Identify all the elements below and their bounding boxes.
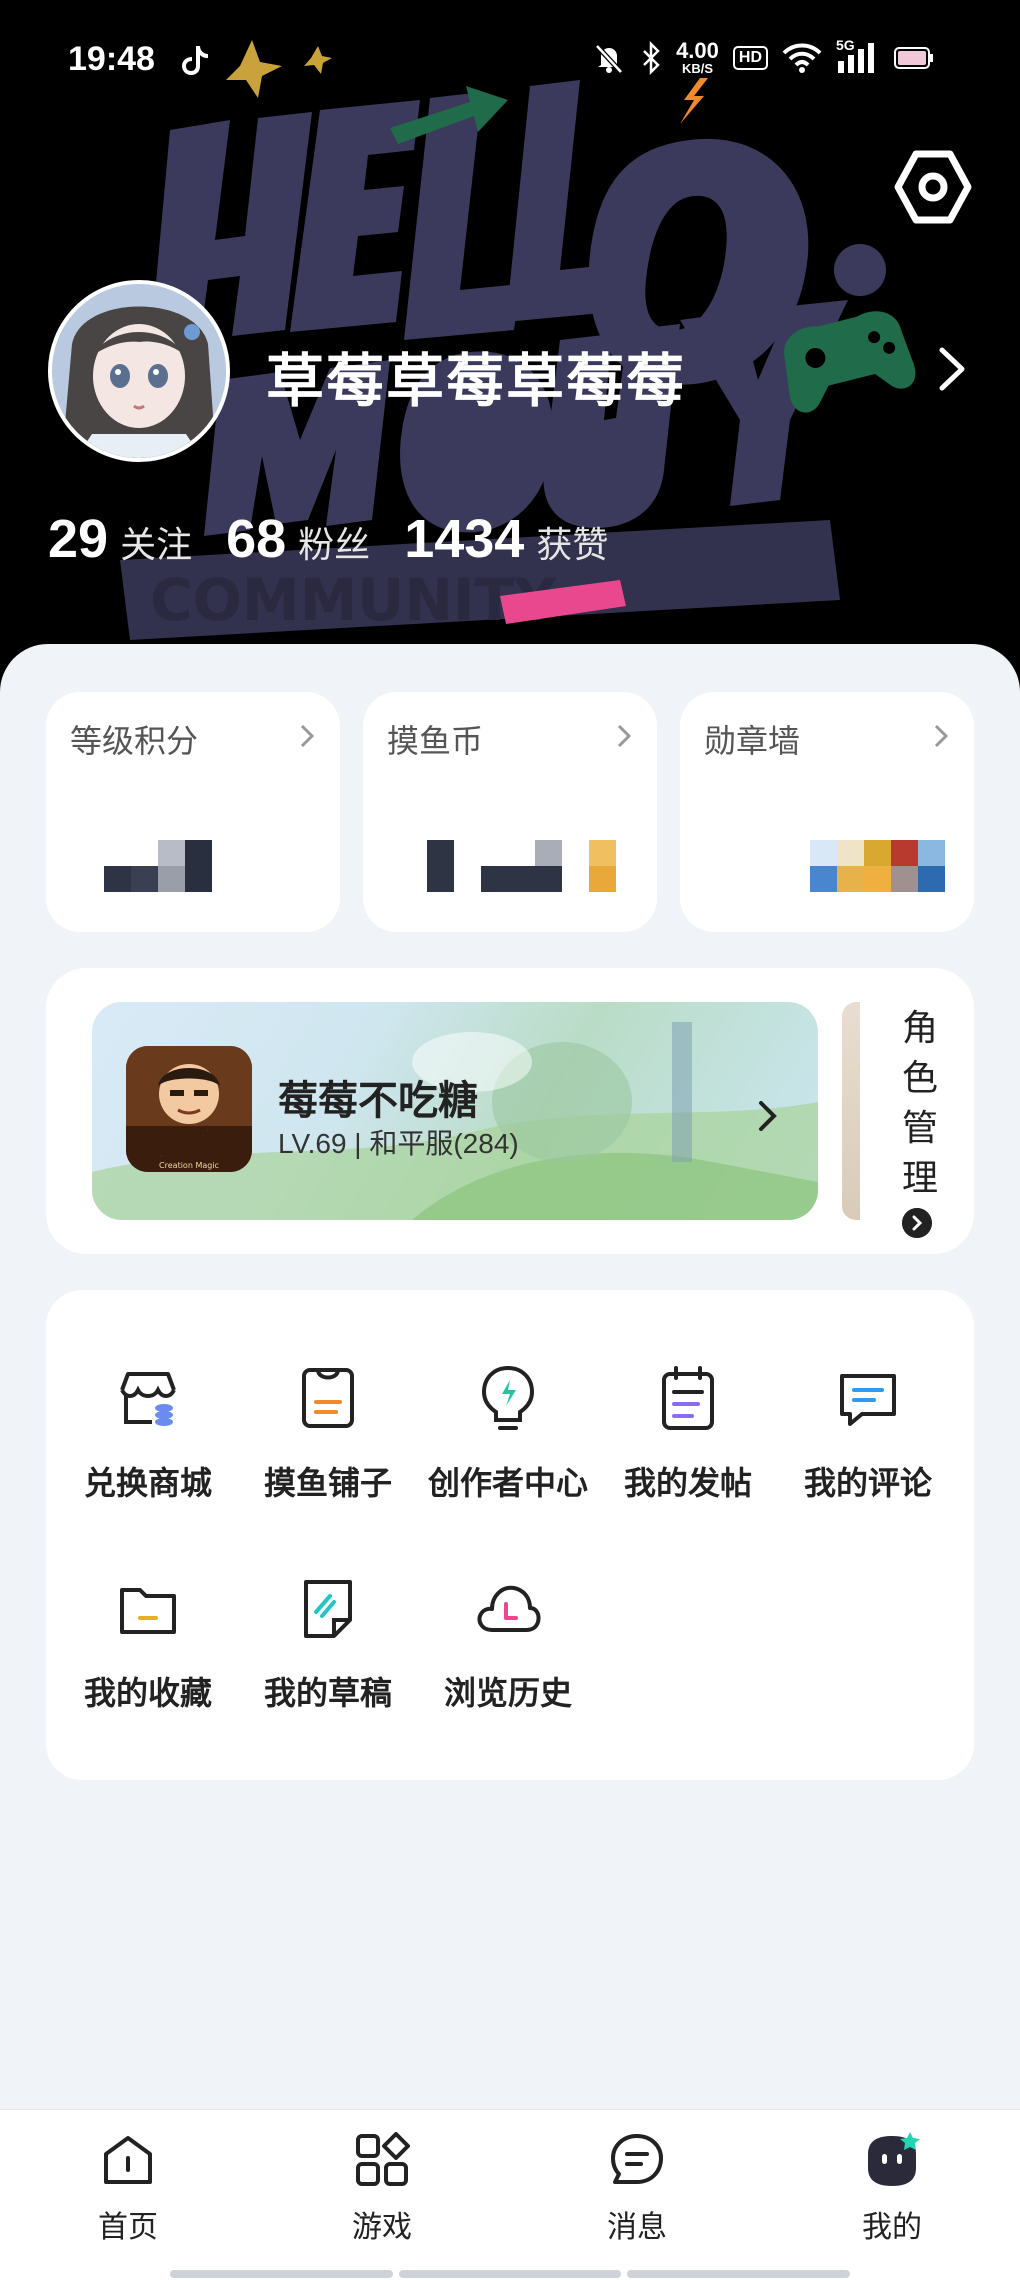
- menu-my-drafts[interactable]: 我的草稿: [238, 1572, 418, 1722]
- history-cloud-icon: [477, 1585, 541, 1632]
- comment-icon: [840, 1374, 896, 1426]
- menu-moyu-shop[interactable]: 摸鱼铺子: [238, 1362, 418, 1512]
- menu-my-favorites[interactable]: 我的收藏: [58, 1572, 238, 1722]
- nav-messages[interactable]: 消息: [567, 2132, 707, 2252]
- shop-exchange-icon: [120, 1372, 176, 1426]
- game-icon-text: 创魔: [154, 1125, 223, 1165]
- message-icon: [611, 2134, 663, 2184]
- menu-label: 我的收藏: [83, 1674, 212, 1712]
- network-speed-value: 4.00: [676, 38, 719, 63]
- stat-following[interactable]: 29 关注: [48, 508, 192, 570]
- bluetooth-icon: [643, 40, 660, 75]
- stat-followers[interactable]: 68 粉丝: [226, 508, 370, 570]
- pixelated-value: [104, 840, 212, 892]
- menu-my-posts[interactable]: 我的发帖: [598, 1362, 778, 1512]
- chevron-right-icon: [617, 724, 632, 748]
- avatar[interactable]: [48, 280, 230, 462]
- role-name: 莓莓不吃糖: [278, 1078, 478, 1124]
- profile-stats: 29 关注 68 粉丝 1434 获赞: [48, 508, 642, 570]
- menu-label: 摸鱼铺子: [263, 1464, 392, 1502]
- home-icon: [104, 2136, 152, 2184]
- menu-label: 我的评论: [803, 1464, 932, 1502]
- network-speed-unit: KB/S: [681, 61, 713, 76]
- profile-header: COMMUNITY 19:48 4.00 KB/S HD 5G 草莓草莓草莓莓 …: [0, 0, 1020, 700]
- nav-profile-active[interactable]: 我的: [822, 2132, 962, 2252]
- status-icons: 4.00 KB/S HD 5G: [592, 37, 934, 76]
- chevron-right-icon[interactable]: [932, 344, 972, 394]
- menu-label: 我的发帖: [623, 1464, 752, 1502]
- card-level-points[interactable]: 等级积分: [46, 692, 340, 932]
- menu-browse-history[interactable]: 浏览历史: [418, 1572, 598, 1722]
- notepad-icon: [662, 1366, 714, 1430]
- stat-label: 粉丝: [298, 525, 371, 566]
- nav-home[interactable]: 首页: [58, 2132, 198, 2252]
- chevron-right-icon[interactable]: [756, 1098, 780, 1134]
- stat-label: 获赞: [536, 525, 609, 566]
- lightbulb-icon: [481, 1365, 535, 1430]
- signal-bars-icon: [838, 42, 874, 73]
- bag-icon: [302, 1368, 354, 1428]
- settings-hexagon-icon[interactable]: [894, 148, 972, 226]
- game-icon-subtext: Creation Magic: [159, 1161, 219, 1170]
- game-role-card: 创魔 Creation Magic 莓莓不吃糖 LV.69 | 和平服(284)…: [46, 968, 974, 1254]
- menu-creator-center[interactable]: 创作者中心: [418, 1362, 598, 1512]
- stat-value: 29: [48, 509, 109, 569]
- arrow-circle-icon[interactable]: [902, 1208, 932, 1238]
- menu-label: 创作者中心: [427, 1464, 588, 1502]
- nav-label: 首页: [98, 2210, 158, 2245]
- stat-label: 关注: [120, 525, 193, 566]
- medal-thumbnails: [810, 840, 945, 892]
- status-bar: 19:48 4.00 KB/S HD 5G: [0, 30, 1020, 90]
- nav-label: 消息: [607, 2210, 667, 2245]
- card-title: 摸鱼币: [387, 722, 484, 760]
- profile-face-icon: [868, 2132, 920, 2186]
- function-menu: 兑换商城 摸鱼铺子 创作者中心 我的发帖 我的评论 我的收藏 我的草稿 浏览历史: [46, 1290, 974, 1780]
- cellular-signal: 5G: [836, 37, 880, 75]
- svg-text:COMMUNITY: COMMUNITY: [150, 566, 557, 634]
- card-medal-wall[interactable]: 勋章墙: [680, 692, 974, 932]
- menu-label: 浏览历史: [443, 1674, 572, 1712]
- wifi-icon: [782, 43, 822, 73]
- game-icon-creation-magic: 创魔 Creation Magic: [126, 1046, 252, 1172]
- mute-bell-icon: [595, 43, 623, 74]
- username[interactable]: 草莓草莓草莓莓: [266, 334, 686, 418]
- menu-my-comments[interactable]: 我的评论: [778, 1362, 958, 1512]
- stat-likes[interactable]: 1434 获赞: [404, 508, 608, 570]
- role-manage-label[interactable]: 角色管理: [900, 1004, 940, 1204]
- card-title: 勋章墙: [704, 722, 801, 760]
- draft-icon: [304, 1580, 352, 1638]
- nav-games[interactable]: 游戏: [312, 2132, 452, 2252]
- tiktok-notification-icon: [182, 46, 208, 75]
- battery-icon: [894, 46, 933, 69]
- card-title: 等级积分: [70, 722, 199, 760]
- pixelated-value: [427, 840, 616, 892]
- status-time: 19:48: [68, 40, 155, 78]
- card-moyu-coins[interactable]: 摸鱼币: [363, 692, 657, 932]
- chevron-right-icon: [300, 724, 315, 748]
- menu-label: 我的草稿: [263, 1674, 392, 1712]
- gesture-bar: [170, 2270, 851, 2278]
- nav-label: 游戏: [352, 2210, 412, 2245]
- hd-badge: HD: [732, 45, 768, 70]
- bottom-navigation: 首页 游戏 消息 我的: [0, 2109, 1020, 2280]
- menu-exchange-shop[interactable]: 兑换商城: [58, 1362, 238, 1512]
- chevron-right-icon: [934, 724, 949, 748]
- nav-label: 我的: [862, 2210, 922, 2245]
- next-role-peek: [842, 1002, 860, 1220]
- network-speed: 4.00 KB/S: [676, 38, 719, 76]
- menu-label: 兑换商城: [83, 1464, 212, 1502]
- game-icon-art: 创魔 Creation Magic: [126, 1046, 252, 1172]
- role-level: LV.69 | 和平服(284): [278, 1128, 519, 1159]
- stat-value: 68: [226, 509, 287, 569]
- stat-value: 1434: [404, 509, 525, 569]
- games-grid-icon: [356, 2132, 410, 2186]
- folder-icon: [120, 1588, 176, 1634]
- avatar-illustration: [52, 284, 226, 458]
